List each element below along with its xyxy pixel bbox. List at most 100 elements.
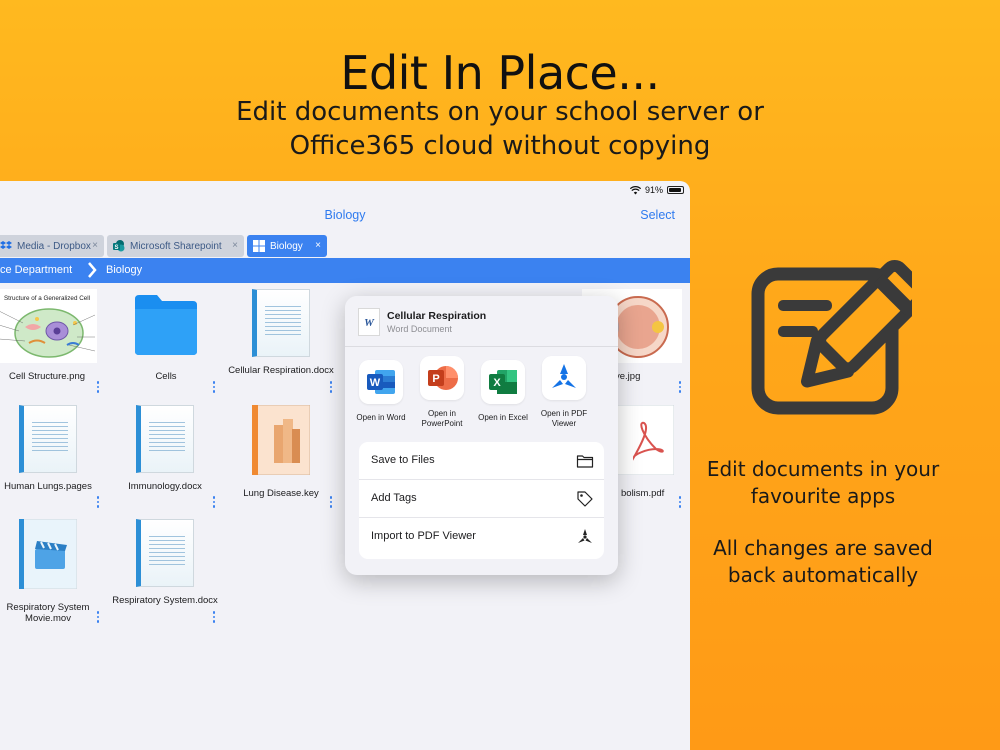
action-label: Import to PDF Viewer	[371, 530, 476, 542]
file-name: Cell Structure.png	[8, 371, 86, 382]
app-row: W Open in Word P Open in PowerPoint X Op…	[345, 356, 618, 440]
file-name: Human Lungs.pages	[4, 481, 92, 492]
open-in-popover: W Cellular Respiration Word Document W O…	[345, 296, 618, 575]
open-in-pdf-viewer-button[interactable]: Open in PDF Viewer	[534, 356, 594, 428]
windows-icon	[253, 240, 265, 252]
popover-header: W Cellular Respiration Word Document	[345, 296, 618, 346]
tab-label: Media - Dropbox	[17, 240, 91, 252]
close-icon[interactable]: ×	[315, 240, 321, 251]
file-item[interactable]: Human Lungs.pages	[0, 405, 103, 492]
select-button[interactable]: Select	[640, 208, 675, 222]
file-name: Immunology.docx	[128, 481, 202, 492]
more-options-icon[interactable]	[212, 381, 216, 394]
hero-subtitle-line1: Edit documents on your school server or	[236, 97, 764, 127]
more-options-icon[interactable]	[212, 496, 216, 509]
action-list: Save to Files Add Tags Import to PDF Vie…	[359, 442, 604, 559]
more-options-icon[interactable]	[96, 611, 100, 624]
action-label: Add Tags	[371, 492, 417, 504]
divider	[345, 346, 618, 347]
app-label: Open in Excel	[478, 413, 528, 422]
word-icon: W	[359, 360, 403, 404]
tab-media-dropbox[interactable]: Media - Dropbox ×	[0, 235, 104, 257]
docx-thumbnail	[252, 289, 310, 357]
side-text-edit: Edit documents in your favourite apps	[706, 457, 940, 508]
edit-document-icon	[751, 260, 912, 415]
hero-title: Edit In Place...	[340, 46, 660, 100]
more-options-icon[interactable]	[678, 381, 682, 394]
side-text-saved: All changes are saved back automatically	[713, 536, 933, 587]
close-icon[interactable]: ×	[232, 240, 238, 251]
sharepoint-icon: S	[113, 240, 125, 252]
app-label: Open in PDF Viewer	[540, 409, 588, 428]
file-name: Cells	[155, 371, 177, 382]
save-to-files-button[interactable]: Save to Files	[359, 442, 604, 480]
wifi-icon	[629, 185, 641, 194]
nav-title: Biology	[324, 208, 366, 222]
excel-icon: X	[481, 360, 525, 404]
chevron-right-icon	[88, 262, 97, 278]
open-in-excel-button[interactable]: X Open in Excel	[473, 360, 533, 423]
tab-biology[interactable]: Biology ×	[247, 235, 327, 257]
breadcrumb-parent[interactable]: ce Department	[0, 264, 72, 276]
more-options-icon[interactable]	[96, 496, 100, 509]
breadcrumb-current: Biology	[106, 264, 143, 276]
tab-label: Biology	[270, 240, 303, 252]
folder-icon	[135, 295, 197, 355]
file-item[interactable]: Respiratory System Movie.mov	[0, 518, 103, 624]
keynote-thumbnail	[251, 404, 311, 476]
tab-label: Microsoft Sharepoint	[130, 240, 222, 252]
docx-thumbnail	[136, 405, 194, 473]
movie-thumbnail	[18, 518, 78, 590]
tab-microsoft-sharepoint[interactable]: S Microsoft Sharepoint ×	[107, 235, 244, 257]
more-options-icon[interactable]	[212, 611, 216, 624]
file-name: Respiratory System Movie.mov	[6, 602, 90, 624]
svg-text:P: P	[432, 373, 439, 385]
battery-percent: 91%	[644, 185, 663, 195]
more-options-icon[interactable]	[329, 496, 333, 509]
file-name: Respiratory System.docx	[112, 595, 218, 606]
tab-bar: Media - Dropbox × S Microsoft Sharepoint…	[0, 235, 690, 257]
breadcrumb: ce Department Biology	[0, 258, 690, 283]
pages-thumbnail	[19, 405, 77, 473]
tag-icon	[577, 491, 593, 507]
action-label: Save to Files	[371, 454, 435, 466]
close-icon[interactable]: ×	[92, 240, 98, 251]
file-item[interactable]: Cellular Respiration.docx	[226, 289, 336, 376]
powerpoint-icon: P	[420, 356, 464, 400]
more-options-icon[interactable]	[96, 381, 100, 394]
pdf-viewer-icon	[578, 529, 592, 543]
nav-bar: Biology Select	[0, 201, 690, 229]
popover-title: Cellular Respiration	[387, 310, 487, 322]
status-bar: 91%	[629, 184, 684, 196]
folder-outline-icon	[576, 455, 594, 468]
svg-text:Structure of a Generalized Cel: Structure of a Generalized Cell	[4, 295, 90, 302]
more-options-icon[interactable]	[678, 496, 682, 509]
file-item[interactable]: Lung Disease.key	[226, 404, 336, 499]
dropbox-icon	[0, 241, 12, 249]
app-label: Open in Word	[356, 413, 406, 422]
popover-subtitle: Word Document	[387, 324, 452, 334]
hero-subtitle-line2: Office365 cloud without copying	[289, 131, 711, 161]
add-tags-button[interactable]: Add Tags	[359, 480, 604, 518]
battery-icon	[667, 186, 684, 194]
pdf-thumbnail	[615, 404, 675, 476]
svg-text:W: W	[364, 317, 375, 329]
svg-text:X: X	[493, 377, 501, 389]
pdf-viewer-icon	[542, 356, 586, 400]
file-name: Lung Disease.key	[243, 488, 319, 499]
file-item[interactable]: Immunology.docx	[110, 405, 220, 492]
svg-text:S: S	[114, 245, 118, 251]
open-in-powerpoint-button[interactable]: P Open in PowerPoint	[412, 356, 472, 428]
svg-text:W: W	[370, 377, 381, 389]
file-item[interactable]: Structure of a Generalized Cell Cell Str…	[0, 289, 102, 382]
more-options-icon[interactable]	[329, 381, 333, 394]
word-document-icon: W	[358, 308, 380, 336]
docx-thumbnail	[136, 519, 194, 587]
file-item[interactable]: Respiratory System.docx	[110, 519, 220, 606]
cell-diagram-thumbnail: Structure of a Generalized Cell	[0, 289, 97, 363]
app-label: Open in PowerPoint	[421, 409, 463, 428]
file-name: Cellular Respiration.docx	[228, 365, 334, 376]
import-to-pdf-viewer-button[interactable]: Import to PDF Viewer	[359, 518, 604, 556]
open-in-word-button[interactable]: W Open in Word	[351, 360, 411, 423]
file-item[interactable]: Cells	[111, 289, 221, 382]
